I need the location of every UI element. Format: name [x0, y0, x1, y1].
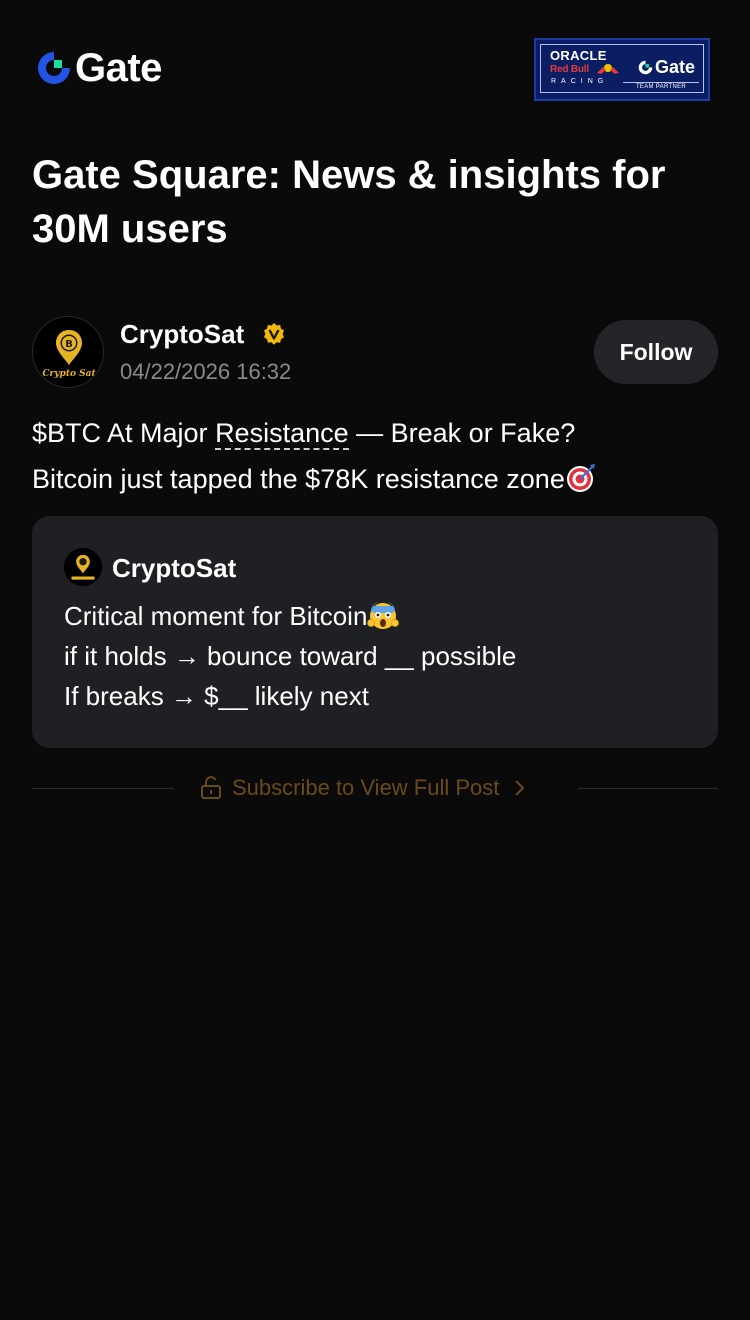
- avatar-coin-letter: B: [65, 339, 73, 350]
- redbull-bull-icon: [597, 64, 619, 74]
- post-body: $BTC At Major Resistance — Break or Fake…: [32, 410, 722, 502]
- page-title: Gate Square: News & insights for 30M use…: [32, 153, 666, 251]
- quoted-post-text: Critical moment for Bitcoin if it holds …: [64, 596, 516, 716]
- partner-gate-text: Gate: [655, 57, 696, 77]
- subscribe-label: Subscribe to View Full Post: [232, 775, 500, 800]
- quote-line-3: If breaks → $__ likely next: [64, 681, 369, 711]
- header: Gate ORACLE Red Bull RACING Gate TEAM PA…: [32, 38, 718, 102]
- direct-hit-target-icon: [566, 464, 595, 492]
- chevron-right-icon: [515, 780, 525, 796]
- post-line-1-suffix: — Break or Fake?: [348, 418, 576, 448]
- subscribe-to-view-link[interactable]: Subscribe to View Full Post: [200, 770, 527, 806]
- subscribe-row: Subscribe to View Full Post: [32, 770, 718, 806]
- racing-text: RACING: [551, 78, 609, 85]
- redbull-text: Red Bull: [550, 64, 589, 75]
- quoted-author-name: CryptoSat: [112, 553, 237, 583]
- gate-small-icon: [638, 60, 653, 75]
- avatar-brand-text: Crypto Sat: [42, 369, 96, 379]
- oracle-text: ORACLE: [550, 48, 607, 63]
- cryptosat-logo-icon: B Crypto Sat: [33, 317, 103, 387]
- quoted-post-card[interactable]: CryptoSat Critical moment for Bitcoin if…: [32, 516, 718, 748]
- divider-right: [578, 788, 718, 789]
- quote-line-1-text: Critical moment for Bitcoin: [64, 601, 368, 631]
- unlock-icon: [201, 776, 221, 799]
- verified-badge-icon: [264, 323, 284, 345]
- follow-button[interactable]: Follow: [594, 320, 718, 384]
- author-name[interactable]: CryptoSat: [120, 318, 244, 350]
- gate-logo-icon: [38, 52, 70, 84]
- quote-line-1: Critical moment for Bitcoin: [64, 596, 516, 636]
- face-screaming-in-fear-icon: [367, 601, 400, 629]
- oracle-redbull-partner-badge[interactable]: ORACLE Red Bull RACING Gate TEAM PARTNER: [534, 38, 710, 101]
- author-avatar[interactable]: B Crypto Sat: [32, 316, 104, 388]
- partner-badge-frame: ORACLE Red Bull RACING Gate TEAM PARTNER: [540, 44, 704, 93]
- quoted-author-avatar: [64, 548, 102, 586]
- divider-left: [32, 788, 174, 789]
- post-line-2-text: Bitcoin just tapped the $78K resistance …: [32, 464, 565, 494]
- cryptosat-logo-small-icon: [64, 548, 102, 586]
- page: Gate ORACLE Red Bull RACING Gate TEAM PA…: [0, 0, 750, 1320]
- partner-gate-logo: Gate: [637, 57, 695, 78]
- post-line-1-prefix: $BTC At Major: [32, 418, 216, 448]
- post-line-1: $BTC At Major Resistance — Break or Fake…: [32, 410, 722, 456]
- post-line-2: Bitcoin just tapped the $78K resistance …: [32, 456, 722, 502]
- team-partner-text: TEAM PARTNER: [623, 82, 699, 90]
- quote-line-2: if it holds → bounce toward __ possible: [64, 641, 517, 671]
- gate-logo[interactable]: Gate: [34, 48, 162, 88]
- gate-logo-text: Gate: [75, 46, 162, 90]
- resistance-term-link[interactable]: Resistance: [215, 418, 349, 450]
- post-timestamp: 04/22/2026 16:32: [120, 359, 292, 384]
